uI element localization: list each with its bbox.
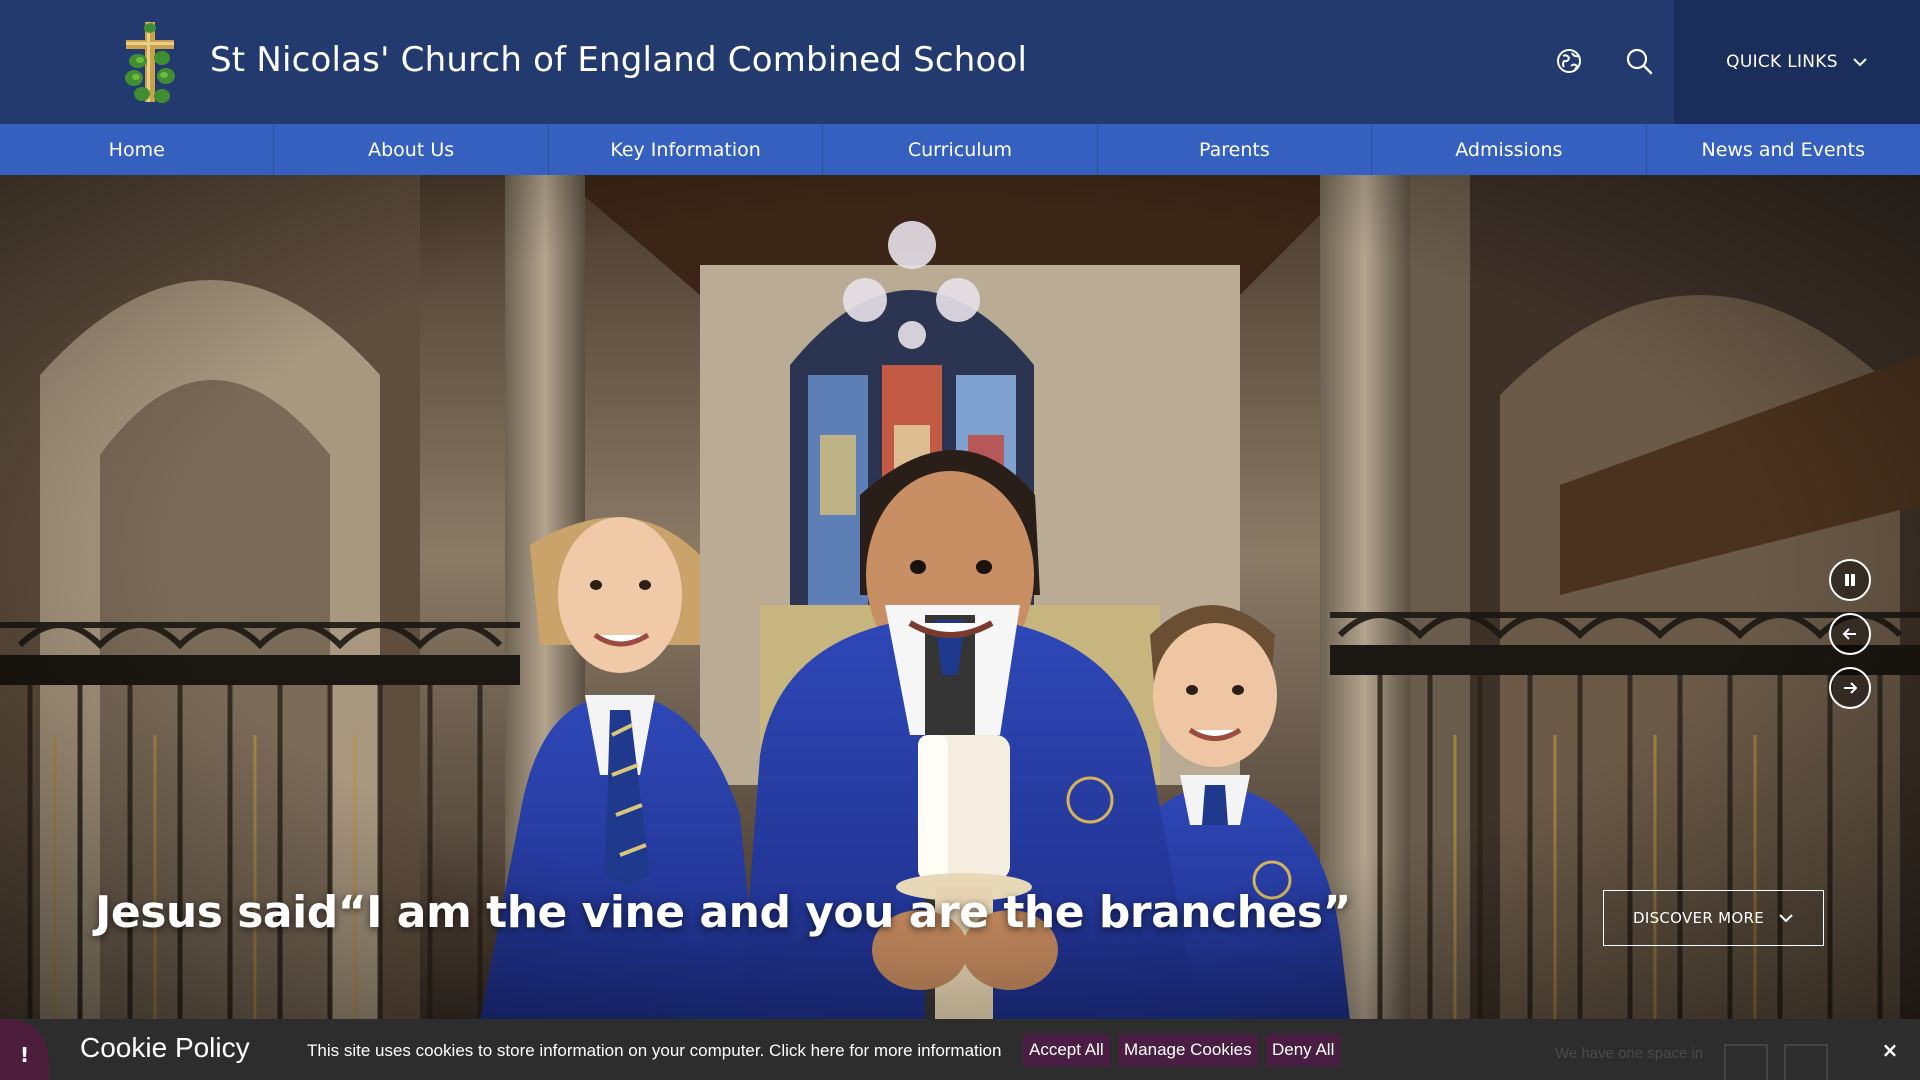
translate-globe-icon[interactable]: [1552, 44, 1586, 78]
ticker-pause-ghost: [1724, 1044, 1768, 1080]
school-name[interactable]: St Nicolas' Church of England Combined S…: [210, 40, 1027, 80]
ticker-prev-ghost: [1784, 1044, 1828, 1080]
chevron-down-icon: [1779, 914, 1793, 923]
slideshow-prev-button[interactable]: [1829, 613, 1871, 655]
main-nav: Home About Us Key Information Curriculum…: [0, 124, 1920, 175]
cookie-bar: We have one space in ! Cookie Policy Thi…: [0, 1019, 1920, 1080]
cookie-alert-icon[interactable]: !: [0, 1019, 49, 1080]
nav-item-home[interactable]: Home: [0, 124, 275, 175]
nav-item-curriculum[interactable]: Curriculum: [823, 124, 1098, 175]
site-header: St Nicolas' Church of England Combined S…: [0, 0, 1920, 124]
cookie-info-link[interactable]: This site uses cookies to store informat…: [307, 1041, 1001, 1061]
nav-item-key-information[interactable]: Key Information: [549, 124, 824, 175]
hero-slideshow: Jesus said“I am the vine and you are the…: [0, 175, 1920, 1020]
accept-all-cookies-button[interactable]: Accept All: [1023, 1034, 1110, 1066]
search-icon[interactable]: [1622, 44, 1656, 78]
nav-item-news-and-events[interactable]: News and Events: [1647, 124, 1920, 175]
arrow-left-icon: [1842, 628, 1856, 640]
pause-icon: [1845, 574, 1855, 586]
discover-more-button[interactable]: DISCOVER MORE: [1603, 890, 1824, 946]
chevron-down-icon: [1853, 58, 1867, 67]
slideshow-pause-button[interactable]: [1829, 559, 1871, 601]
discover-more-label: DISCOVER MORE: [1633, 909, 1764, 927]
cookie-policy-title: Cookie Policy: [80, 1032, 250, 1063]
school-logo-cross-icon[interactable]: [118, 16, 182, 106]
quick-links-button[interactable]: QUICK LINKS: [1674, 0, 1920, 124]
quick-links-label: QUICK LINKS: [1726, 52, 1838, 72]
nav-item-admissions[interactable]: Admissions: [1372, 124, 1647, 175]
deny-all-cookies-button[interactable]: Deny All: [1266, 1034, 1341, 1066]
cookie-close-button[interactable]: ×: [1860, 1035, 1920, 1065]
nav-item-about-us[interactable]: About Us: [274, 124, 549, 175]
manage-cookies-button[interactable]: Manage Cookies: [1118, 1034, 1258, 1066]
slideshow-next-button[interactable]: [1829, 667, 1871, 709]
hero-caption: Jesus said“I am the vine and you are the…: [95, 887, 1351, 938]
hidden-ticker-text: We have one space in: [1555, 1045, 1704, 1062]
nav-item-parents[interactable]: Parents: [1098, 124, 1373, 175]
arrow-right-icon: [1844, 682, 1858, 694]
